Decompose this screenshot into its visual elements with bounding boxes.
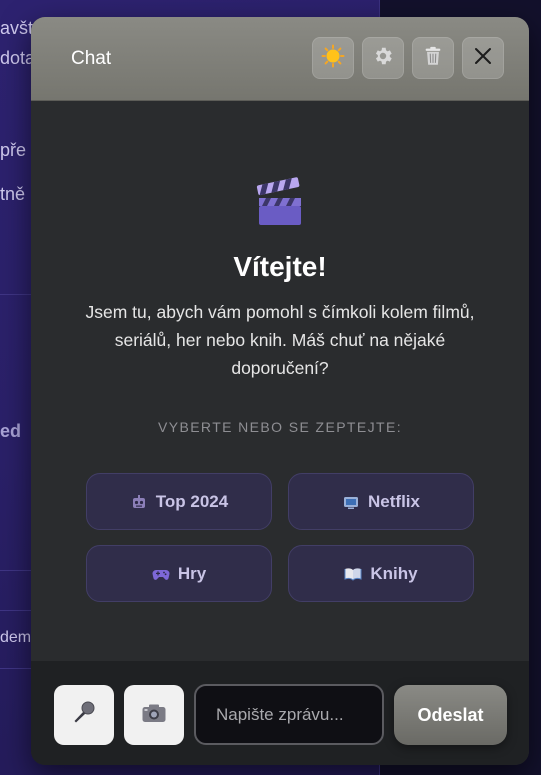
camera-button[interactable] <box>124 685 184 745</box>
voice-input-button[interactable] <box>54 685 114 745</box>
quick-action-games[interactable]: Hry <box>86 545 272 602</box>
gamepad-icon <box>152 565 170 583</box>
sun-icon <box>321 44 345 73</box>
chat-header: Chat <box>31 17 529 101</box>
chat-messages-area: Vítejte! Jsem tu, abych vám pomohl s čím… <box>31 101 529 661</box>
quick-action-label: Hry <box>177 563 207 583</box>
background-text: pře <box>0 140 27 160</box>
chat-window: Chat Vítejte! Jsem tu, abych vám pomohl … <box>31 17 529 765</box>
quick-action-books[interactable]: Knihy <box>288 545 474 602</box>
send-button[interactable]: Odeslat <box>394 685 507 745</box>
welcome-message: Jsem tu, abych vám pomohl s čímkoli kole… <box>85 302 475 378</box>
welcome-title: Vítejte! <box>233 251 327 282</box>
clear-chat-button[interactable] <box>412 37 454 79</box>
quick-action-label: Netflix <box>368 491 420 511</box>
close-icon <box>474 47 492 70</box>
message-input[interactable] <box>194 684 384 745</box>
settings-button[interactable] <box>362 37 404 79</box>
gear-icon <box>372 45 394 72</box>
robot-icon <box>130 493 148 511</box>
theme-toggle-button[interactable] <box>312 37 354 79</box>
background-text: dota <box>0 48 36 68</box>
background-text: tně <box>0 184 26 204</box>
microphone-icon <box>71 700 97 731</box>
background-text: dem <box>0 629 32 646</box>
camera-icon <box>141 702 167 729</box>
quick-action-top-2024[interactable]: Top 2024 <box>86 473 272 530</box>
trash-icon <box>422 45 444 72</box>
close-button[interactable] <box>462 37 504 79</box>
chat-title: Chat <box>71 48 112 69</box>
quick-action-label: Top 2024 <box>155 491 229 511</box>
background-text: ed <box>0 421 22 441</box>
clapperboard-icon <box>255 177 305 227</box>
quick-action-label: Knihy <box>370 563 418 583</box>
quick-action-netflix[interactable]: Netflix <box>288 473 474 530</box>
quick-actions-label: VYBERTE NEBO SE ZEPTEJTE: <box>157 419 402 435</box>
tv-icon <box>342 493 360 511</box>
book-icon <box>344 565 362 583</box>
chat-input-bar: Odeslat <box>31 661 529 765</box>
background-text: avšt <box>0 18 34 38</box>
